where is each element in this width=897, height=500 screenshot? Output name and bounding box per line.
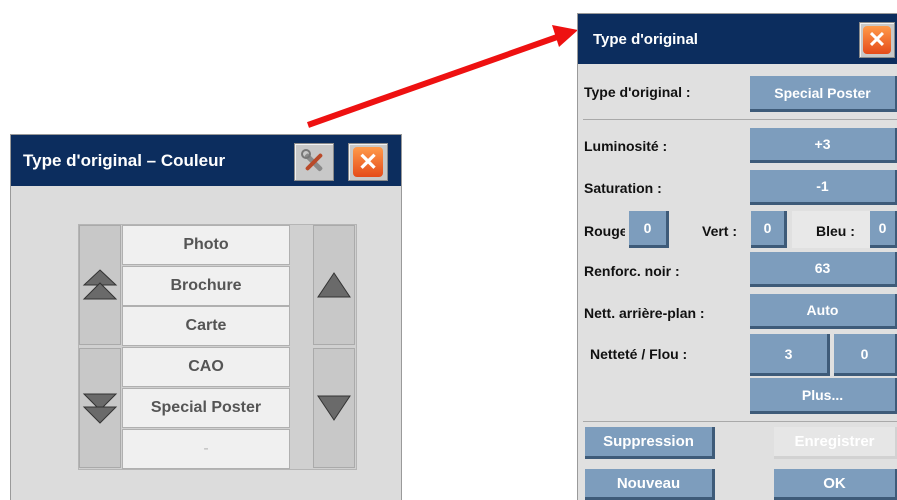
bleu-value[interactable]: 0 xyxy=(870,211,897,248)
ok-button[interactable]: OK xyxy=(774,469,897,500)
plus-button[interactable]: Plus... xyxy=(750,378,897,414)
list-item[interactable]: Brochure xyxy=(122,266,290,306)
list-item[interactable]: Carte xyxy=(122,306,290,346)
nettete-flou-label: Netteté / Flou : xyxy=(590,346,688,362)
list-item[interactable]: - xyxy=(122,429,290,469)
nett-arriere-plan-label: Nett. arrière-plan : xyxy=(584,305,705,321)
type-original-value[interactable]: Special Poster xyxy=(750,76,897,112)
renforc-noir-label: Renforc. noir : xyxy=(584,263,680,279)
enregistrer-button[interactable]: Enregistrer xyxy=(774,427,897,459)
type-original-dialog: Type d'original ✕ Type d'original : Spec… xyxy=(577,13,897,500)
type-original-couleur-dialog: Type d'original – Couleur ✕ Photo Brochu… xyxy=(10,134,402,500)
list-item[interactable]: Photo xyxy=(122,225,290,265)
left-titlebar: Type d'original – Couleur ✕ xyxy=(11,135,401,186)
tools-icon xyxy=(301,149,323,172)
down-arrow-icon xyxy=(317,395,351,421)
original-type-list: Photo Brochure Carte CAO Special Poster … xyxy=(122,225,290,469)
scroll-up-button[interactable] xyxy=(313,225,355,345)
nettete-value[interactable]: 3 xyxy=(750,334,830,376)
double-up-arrow-icon xyxy=(82,269,118,300)
saturation-label: Saturation : xyxy=(584,180,662,196)
scroll-down-fast-button[interactable] xyxy=(79,348,121,468)
right-close-button[interactable]: ✕ xyxy=(859,22,895,58)
saturation-value[interactable]: -1 xyxy=(750,170,897,205)
right-titlebar: Type d'original ✕ xyxy=(578,14,897,64)
right-dialog-title: Type d'original xyxy=(593,30,698,48)
original-type-spinner: Photo Brochure Carte CAO Special Poster … xyxy=(78,224,357,470)
luminosite-value[interactable]: +3 xyxy=(750,128,897,163)
suppression-button[interactable]: Suppression xyxy=(585,427,715,459)
luminosite-label: Luminosité : xyxy=(584,138,668,154)
left-dialog-title: Type d'original – Couleur xyxy=(23,150,226,170)
scroll-down-button[interactable] xyxy=(313,348,355,468)
nouveau-button[interactable]: Nouveau xyxy=(585,469,715,500)
divider xyxy=(583,421,897,422)
scroll-up-fast-button[interactable] xyxy=(79,225,121,345)
vert-label: Vert : xyxy=(702,223,738,239)
left-close-button[interactable]: ✕ xyxy=(348,143,388,181)
nett-arriere-plan-value[interactable]: Auto xyxy=(750,294,897,329)
close-icon: ✕ xyxy=(353,147,383,177)
double-down-arrow-icon xyxy=(82,393,118,424)
renforc-noir-value[interactable]: 63 xyxy=(750,252,897,287)
list-item-selected[interactable]: Special Poster xyxy=(122,388,290,428)
rouge-label: Rouge xyxy=(584,223,625,239)
bleu-label: Bleu : xyxy=(816,223,855,239)
flou-value[interactable]: 0 xyxy=(834,334,897,376)
type-original-label: Type d'original : xyxy=(584,84,691,100)
list-item[interactable]: CAO xyxy=(122,347,290,387)
vert-value[interactable]: 0 xyxy=(751,211,787,248)
divider xyxy=(583,119,897,120)
tools-button[interactable] xyxy=(294,143,334,181)
up-arrow-icon xyxy=(317,272,351,298)
close-icon: ✕ xyxy=(863,26,891,54)
rouge-value[interactable]: 0 xyxy=(629,211,669,248)
